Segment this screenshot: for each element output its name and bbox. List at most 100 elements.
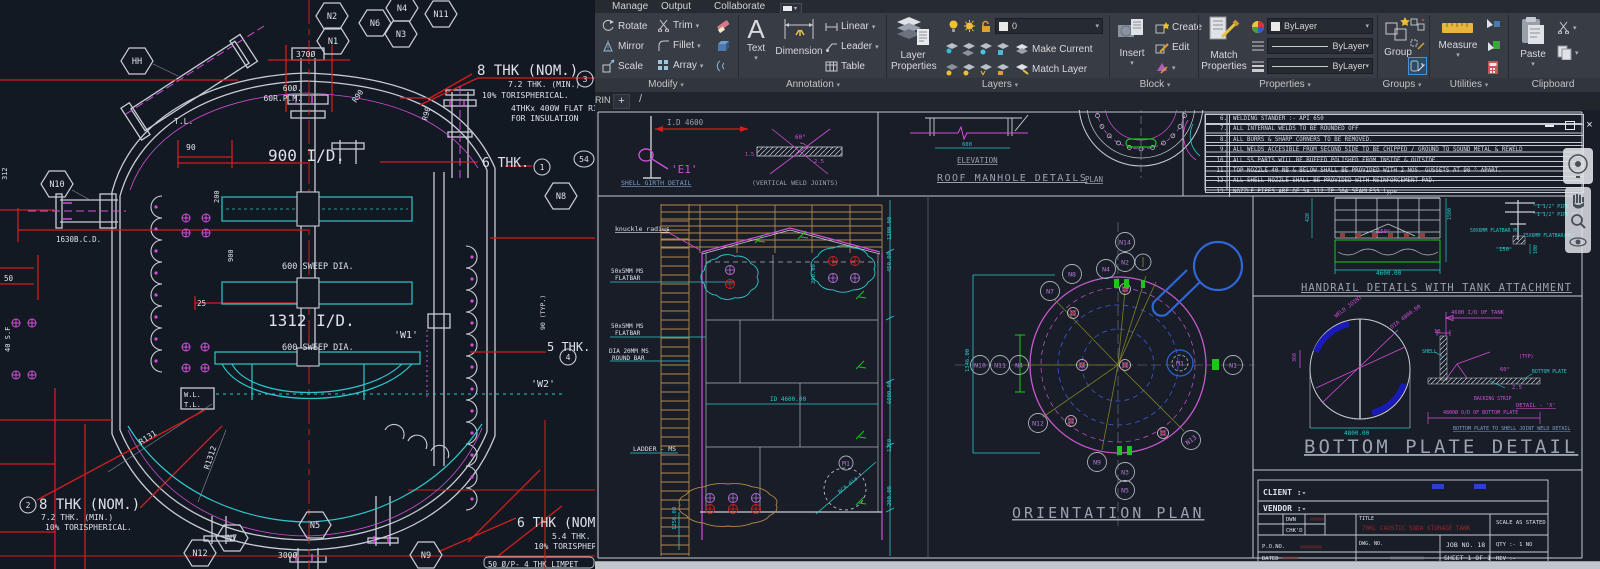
- title-plan: PLAN: [1085, 175, 1103, 184]
- linetype-dropdown[interactable]: ByLayer▾: [1267, 38, 1373, 54]
- group-icon: [1383, 16, 1413, 44]
- svg-text:M1: M1: [1176, 359, 1184, 367]
- table-icon: [825, 61, 838, 72]
- titleblock-job-no: JOB NO. 18: [1446, 541, 1485, 549]
- layer-thaw-icon[interactable]: [963, 19, 976, 33]
- leader-button[interactable]: Leader▾: [825, 41, 879, 52]
- panel-block[interactable]: Block ▾: [1140, 79, 1171, 90]
- id-point-button[interactable]: [1485, 18, 1501, 31]
- linear-button[interactable]: Linear▾: [825, 21, 875, 32]
- panel-utilities[interactable]: Utilities ▾: [1450, 79, 1489, 90]
- panel-label-row: Modify ▾ Annotation ▾ Layers ▾ Block ▾ P…: [595, 78, 1600, 92]
- layer-on-icon[interactable]: [947, 19, 960, 33]
- drawing-label: W.L.: [184, 391, 201, 399]
- panel-annotation[interactable]: Annotation ▾: [786, 79, 840, 90]
- drawing-label: 4800Ø O/D OF BOTTOM PLATE: [1443, 409, 1518, 416]
- scale-button[interactable]: Scale: [601, 59, 643, 73]
- copy-clip-button[interactable]: ▾: [1557, 45, 1579, 60]
- paste-icon: [1520, 16, 1546, 46]
- tab-manage[interactable]: Manage: [608, 0, 652, 13]
- color-wheel-icon[interactable]: [1251, 20, 1265, 34]
- new-drawing-tab-button[interactable]: +: [613, 94, 630, 109]
- linetype-icon[interactable]: [1251, 40, 1265, 52]
- drawing-label: 50: [4, 274, 14, 283]
- trim-icon: [657, 19, 670, 32]
- layer-state-icons-row2[interactable]: [945, 61, 1011, 77]
- offset-button[interactable]: [715, 59, 731, 73]
- panel-clipboard[interactable]: Clipboard: [1532, 79, 1575, 90]
- create-block-button[interactable]: Create: [1155, 21, 1202, 34]
- agitator-and-levels: [128, 197, 566, 522]
- eraser-icon: [715, 17, 731, 33]
- window-minimize-button[interactable]: [1543, 120, 1556, 131]
- panel-groups[interactable]: Groups ▾: [1382, 79, 1421, 90]
- drawing-label: DIA 20MM MS: [609, 348, 649, 355]
- drawing-label: ID 4600.00: [770, 396, 807, 403]
- group-selection-toggle[interactable]: [1408, 57, 1427, 75]
- title-roof-manhole-details: ROOF MANHOLE DETAILS: [937, 173, 1087, 184]
- svg-text:N12: N12: [192, 549, 207, 559]
- drawing-label: 10: [1434, 329, 1441, 335]
- measure-button[interactable]: Measure▾: [1435, 19, 1481, 59]
- model-space-canvas[interactable]: N14N2N4N8N7N10N11N4N1M1N12N13N9N3N5M1 I.…: [595, 110, 1600, 561]
- svg-text:N9: N9: [1093, 458, 1101, 466]
- trim-button[interactable]: Trim▾: [657, 19, 699, 32]
- make-current-button[interactable]: Make Current: [1015, 43, 1093, 55]
- drawing-tab-partial[interactable]: RIN: [595, 95, 611, 105]
- layer-dropdown[interactable]: 0 ▾: [995, 18, 1103, 34]
- ungroup-button[interactable]: [1410, 18, 1425, 31]
- explode-button[interactable]: [715, 39, 731, 53]
- svg-text:M1: M1: [842, 459, 850, 467]
- offset-icon: [715, 59, 731, 73]
- panel-layers[interactable]: Layers ▾: [982, 79, 1018, 90]
- drawing-label: 600 SWEEP DIA.: [282, 262, 354, 272]
- cut-button[interactable]: ▾: [1557, 21, 1577, 34]
- tab-collaborate[interactable]: Collaborate: [710, 0, 769, 13]
- edit-block-button[interactable]: Edit: [1155, 41, 1189, 54]
- layer-properties-button[interactable]: LayerProperties: [891, 15, 935, 72]
- dimension-button[interactable]: Dimension: [775, 17, 823, 57]
- panel-modify[interactable]: Modify ▾: [648, 79, 684, 90]
- object-color-dropdown[interactable]: ByLayer▾: [1267, 18, 1373, 34]
- quick-calc-button[interactable]: [1487, 60, 1499, 75]
- drawing-label: 1200.00: [887, 217, 893, 240]
- notes-table: 6.WELDING STANDER :- API 6507.ALL INTERN…: [1205, 114, 1584, 193]
- match-layer-button[interactable]: Match Layer: [1015, 63, 1087, 75]
- note-row: 7.ALL INTERNAL WELDS TO BE ROUNDED OFF: [1206, 125, 1583, 135]
- layer-state-icons-row1[interactable]: [945, 41, 1011, 56]
- svg-text:N4: N4: [1102, 265, 1110, 273]
- window-restore-button[interactable]: [1563, 120, 1576, 131]
- table-button[interactable]: Table: [825, 61, 865, 72]
- text-button[interactable]: A Text▾: [741, 15, 771, 62]
- panel-properties[interactable]: Properties ▾: [1259, 79, 1311, 90]
- erase-button[interactable]: [715, 17, 731, 33]
- drawing-label: 6000.00: [887, 381, 893, 404]
- note-row: 8.ALL BURRS & SHARP CORNERS TO BE REMOVE…: [1206, 136, 1583, 146]
- quick-select-button[interactable]: [1485, 39, 1501, 53]
- fillet-button[interactable]: Fillet▾: [657, 39, 701, 52]
- cut-icon: [1557, 21, 1570, 34]
- mirror-button[interactable]: Mirror: [601, 39, 644, 53]
- titleblock-title-label: TITLE: [1359, 516, 1374, 522]
- color-swatch: [1271, 22, 1280, 31]
- match-properties-button[interactable]: MatchProperties: [1201, 15, 1247, 72]
- block-attributes-button[interactable]: ▾: [1155, 61, 1176, 74]
- rotate-button[interactable]: Rotate: [601, 19, 647, 33]
- edit-block-icon: [1155, 41, 1169, 54]
- navigation-wheel-button[interactable]: [1563, 148, 1593, 184]
- lineweight-icon[interactable]: [1251, 60, 1265, 72]
- insert-button[interactable]: Insert▾: [1113, 17, 1151, 67]
- paste-button[interactable]: Paste▾: [1517, 16, 1549, 68]
- drawing-label: 4600 I/D OF TANK: [1451, 310, 1505, 316]
- drawing-label: 90 (TYP.): [539, 295, 547, 330]
- group-edit-button[interactable]: [1410, 38, 1425, 51]
- lineweight-dropdown[interactable]: ByLayer▾: [1267, 58, 1373, 74]
- drawing-label: 1312 I/D.: [268, 311, 355, 330]
- radial-lines: [1022, 276, 1184, 450]
- drawing-label: FLATBAR: [615, 330, 641, 337]
- layer-lock-icon[interactable]: [979, 19, 992, 33]
- window-close-button[interactable]: ×: [1583, 120, 1596, 131]
- array-button[interactable]: Array▾: [657, 59, 703, 72]
- title-shell-girth-detail: SHELL GIRTH DETAIL: [621, 179, 692, 187]
- tab-output[interactable]: Output: [657, 0, 695, 13]
